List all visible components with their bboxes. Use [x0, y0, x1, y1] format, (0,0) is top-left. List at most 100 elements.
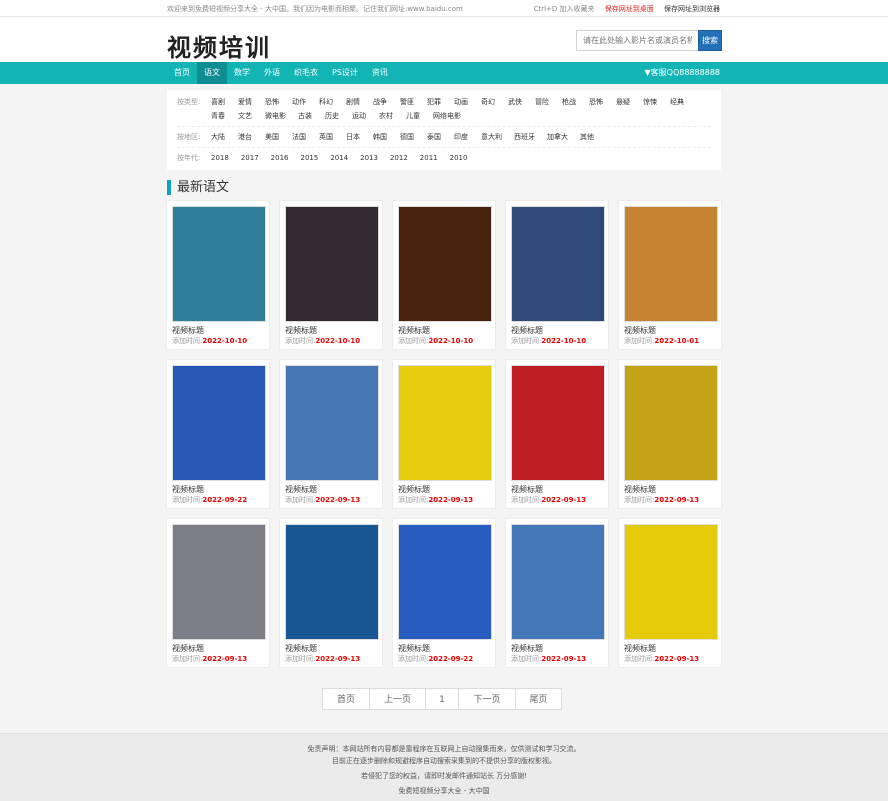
- video-title[interactable]: 视频标题: [624, 484, 716, 495]
- filter-option[interactable]: 惊悚: [643, 95, 658, 109]
- video-title[interactable]: 视频标题: [398, 643, 490, 654]
- video-thumbnail[interactable]: [624, 524, 718, 640]
- video-thumbnail[interactable]: [398, 365, 492, 481]
- nav-item[interactable]: 资讯: [365, 62, 395, 84]
- filter-option[interactable]: 2017: [241, 151, 259, 165]
- filter-option[interactable]: 古装: [298, 109, 313, 123]
- filter-option[interactable]: 2013: [360, 151, 378, 165]
- video-title[interactable]: 视频标题: [511, 325, 603, 336]
- filter-option[interactable]: 动画: [454, 95, 469, 109]
- video-card[interactable]: 视频标题 添加时间:2022-09-22: [392, 518, 496, 668]
- filter-option[interactable]: 网络电影: [433, 109, 461, 123]
- video-thumbnail[interactable]: [398, 206, 492, 322]
- video-card[interactable]: 视频标题 添加时间:2022-09-13: [279, 518, 383, 668]
- pager-current[interactable]: 1: [425, 688, 459, 710]
- video-card[interactable]: 视频标题 添加时间:2022-09-13: [279, 359, 383, 509]
- video-thumbnail[interactable]: [285, 365, 379, 481]
- filter-option[interactable]: 动作: [292, 95, 307, 109]
- filter-option[interactable]: 2010: [450, 151, 468, 165]
- search-input[interactable]: [576, 30, 698, 51]
- video-thumbnail[interactable]: [172, 524, 266, 640]
- video-card[interactable]: 视频标题 添加时间:2022-10-10: [166, 200, 270, 350]
- filter-option[interactable]: 悬疑: [616, 95, 631, 109]
- filter-option[interactable]: 微电影: [265, 109, 286, 123]
- nav-item[interactable]: 首页: [167, 62, 197, 84]
- filter-option[interactable]: 犯罪: [427, 95, 442, 109]
- video-thumbnail[interactable]: [285, 524, 379, 640]
- video-thumbnail[interactable]: [624, 365, 718, 481]
- video-card[interactable]: 视频标题 添加时间:2022-10-10: [505, 200, 609, 350]
- filter-option[interactable]: 德国: [400, 130, 415, 144]
- pager-next[interactable]: 下一页: [458, 688, 516, 710]
- filter-option[interactable]: 文艺: [238, 109, 253, 123]
- video-card[interactable]: 视频标题 添加时间:2022-09-13: [618, 518, 722, 668]
- filter-option[interactable]: 泰国: [427, 130, 442, 144]
- filter-option[interactable]: 韩国: [373, 130, 388, 144]
- filter-option[interactable]: 印度: [454, 130, 469, 144]
- video-thumbnail[interactable]: [511, 206, 605, 322]
- filter-option[interactable]: 2011: [420, 151, 438, 165]
- video-title[interactable]: 视频标题: [285, 643, 377, 654]
- filter-option[interactable]: 经典: [670, 95, 685, 109]
- video-title[interactable]: 视频标题: [624, 325, 716, 336]
- nav-item[interactable]: 数学: [227, 62, 257, 84]
- filter-option[interactable]: 2014: [330, 151, 348, 165]
- filter-option[interactable]: 2016: [271, 151, 289, 165]
- filter-option[interactable]: 2018: [211, 151, 229, 165]
- filter-option[interactable]: 青春: [211, 109, 226, 123]
- filter-option[interactable]: 战争: [373, 95, 388, 109]
- pager-last[interactable]: 尾页: [515, 688, 562, 710]
- nav-item[interactable]: 织毛衣: [287, 62, 325, 84]
- filter-option[interactable]: 恐怖: [265, 95, 280, 109]
- video-thumbnail[interactable]: [511, 365, 605, 481]
- video-title[interactable]: 视频标题: [172, 643, 264, 654]
- nav-item[interactable]: PS设计: [325, 62, 365, 84]
- filter-option[interactable]: 科幻: [319, 95, 334, 109]
- video-title[interactable]: 视频标题: [285, 484, 377, 495]
- video-thumbnail[interactable]: [624, 206, 718, 322]
- nav-item[interactable]: 外语: [257, 62, 287, 84]
- pager-prev[interactable]: 上一页: [369, 688, 426, 710]
- filter-option[interactable]: 大陆: [211, 130, 226, 144]
- video-card[interactable]: 视频标题 添加时间:2022-09-13: [505, 518, 609, 668]
- video-thumbnail[interactable]: [511, 524, 605, 640]
- filter-option[interactable]: 武侠: [508, 95, 523, 109]
- video-title[interactable]: 视频标题: [172, 325, 264, 336]
- video-thumbnail[interactable]: [398, 524, 492, 640]
- filter-option[interactable]: 其他: [580, 130, 595, 144]
- pager-first[interactable]: 首页: [322, 688, 370, 710]
- filter-option[interactable]: 历史: [325, 109, 340, 123]
- filter-option[interactable]: 意大利: [481, 130, 502, 144]
- filter-option[interactable]: 运动: [352, 109, 367, 123]
- video-thumbnail[interactable]: [172, 365, 266, 481]
- save-desktop-link[interactable]: 保存网址到桌面: [605, 5, 654, 13]
- video-title[interactable]: 视频标题: [172, 484, 264, 495]
- video-title[interactable]: 视频标题: [624, 643, 716, 654]
- video-card[interactable]: 视频标题 添加时间:2022-09-13: [618, 359, 722, 509]
- filter-option[interactable]: 西班牙: [514, 130, 535, 144]
- filter-option[interactable]: 枪战: [562, 95, 577, 109]
- filter-option[interactable]: 加拿大: [547, 130, 568, 144]
- filter-option[interactable]: 冒险: [535, 95, 550, 109]
- bookmark-link[interactable]: Ctrl+D 加入收藏夹: [534, 5, 595, 13]
- filter-option[interactable]: 爱情: [238, 95, 253, 109]
- video-title[interactable]: 视频标题: [398, 484, 490, 495]
- save-browser-link[interactable]: 保存网址到浏览器: [664, 5, 720, 13]
- video-title[interactable]: 视频标题: [398, 325, 490, 336]
- filter-option[interactable]: 2012: [390, 151, 408, 165]
- video-title[interactable]: 视频标题: [285, 325, 377, 336]
- video-card[interactable]: 视频标题 添加时间:2022-09-13: [392, 359, 496, 509]
- video-card[interactable]: 视频标题 添加时间:2022-10-10: [392, 200, 496, 350]
- video-title[interactable]: 视频标题: [511, 484, 603, 495]
- filter-option[interactable]: 美国: [265, 130, 280, 144]
- filter-option[interactable]: 儿童: [406, 109, 421, 123]
- video-thumbnail[interactable]: [172, 206, 266, 322]
- filter-option[interactable]: 警匪: [400, 95, 415, 109]
- nav-item[interactable]: 语文: [197, 62, 227, 84]
- filter-option[interactable]: 日本: [346, 130, 361, 144]
- video-card[interactable]: 视频标题 添加时间:2022-09-13: [505, 359, 609, 509]
- video-card[interactable]: 视频标题 添加时间:2022-09-22: [166, 359, 270, 509]
- filter-option[interactable]: 恐怖: [589, 95, 604, 109]
- filter-option[interactable]: 港台: [238, 130, 253, 144]
- video-card[interactable]: 视频标题 添加时间:2022-10-01: [618, 200, 722, 350]
